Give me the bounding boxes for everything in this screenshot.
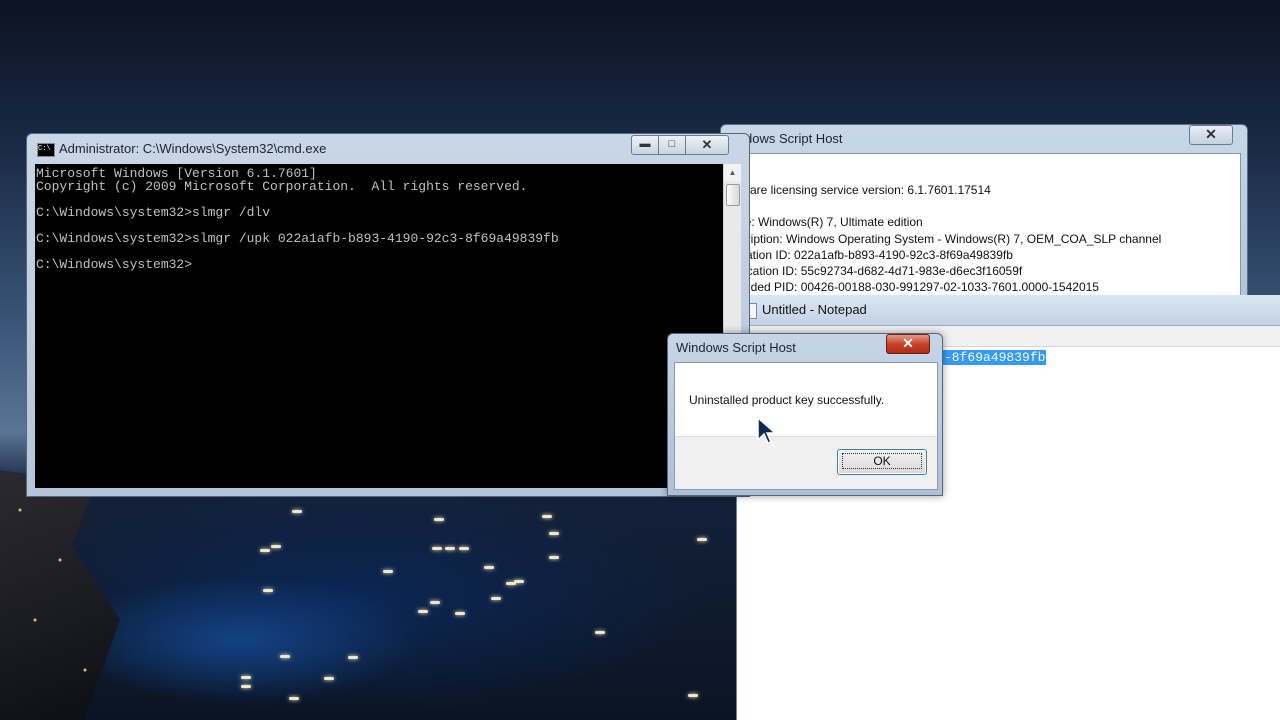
- boat-light: [324, 677, 334, 680]
- console-line: Copyright (c) 2009 Microsoft Corporation…: [36, 179, 528, 194]
- notepad-title: Untitled - Notepad: [762, 302, 867, 317]
- console-line: C:\Windows\system32>slmgr /upk 022a1afb-…: [36, 231, 559, 246]
- info-line-extended-pid: xtended PID: 00426-00188-030-991297-02-1…: [728, 280, 1099, 294]
- msgbox-body: Uninstalled product key successfully. OK: [674, 362, 938, 490]
- boat-light: [292, 510, 302, 513]
- boat-light: [459, 547, 469, 550]
- boat-light: [542, 515, 552, 518]
- info-window-title: dows Script Host: [745, 131, 843, 146]
- boat-light: [484, 566, 494, 569]
- boat-light: [491, 597, 501, 600]
- info-line-description: escription: Windows Operating System - W…: [728, 232, 1162, 246]
- boat-light: [418, 610, 428, 613]
- maximize-button[interactable]: □: [658, 135, 686, 155]
- minimize-button[interactable]: ▬: [631, 135, 659, 155]
- scroll-thumb[interactable]: [726, 184, 740, 206]
- boat-light: [280, 655, 290, 658]
- boat-light: [455, 612, 465, 615]
- console-line: C:\Windows\system32>: [36, 257, 193, 272]
- boat-light: [688, 694, 698, 697]
- msgbox-footer: OK: [675, 436, 937, 489]
- boat-light: [271, 545, 281, 548]
- boat-light: [241, 685, 251, 688]
- msgbox-message: Uninstalled product key successfully.: [689, 393, 885, 407]
- boat-light: [697, 538, 707, 541]
- notepad-titlebar[interactable]: Untitled - Notepad: [737, 295, 1280, 326]
- boat-light: [241, 676, 251, 679]
- boat-light: [260, 549, 270, 552]
- boat-light: [289, 697, 299, 700]
- msgbox-close-button[interactable]: ✕: [886, 334, 930, 354]
- info-line-version: oftware licensing service version: 6.1.7…: [728, 183, 991, 197]
- boat-light: [263, 589, 273, 592]
- boat-light: [549, 556, 559, 559]
- mouse-cursor-icon: [757, 416, 777, 444]
- info-line-name: ame: Windows(R) 7, Ultimate edition: [728, 215, 923, 229]
- boat-light: [432, 547, 442, 550]
- msgbox-title: Windows Script Host: [676, 340, 796, 355]
- cmd-icon: C:\: [37, 143, 55, 157]
- notepad-selected-text[interactable]: -8f69a49839fb: [943, 350, 1047, 365]
- info-line-activation-id: ctivation ID: 022a1afb-b893-4190-92c3-8f…: [728, 248, 1013, 262]
- cmd-close-button[interactable]: ✕: [685, 135, 729, 155]
- info-line-application-id: pplication ID: 55c92734-d682-4d71-983e-d…: [728, 264, 1023, 278]
- boat-light: [514, 580, 524, 583]
- console-line: C:\Windows\system32>slmgr /dlv: [36, 205, 271, 220]
- cmd-title: Administrator: C:\Windows\System32\cmd.e…: [59, 141, 327, 156]
- boat-light: [595, 631, 605, 634]
- scroll-up-arrow-icon[interactable]: ▲: [724, 164, 741, 181]
- boat-light: [445, 547, 455, 550]
- cmd-console[interactable]: Microsoft Windows [Version 6.1.7601] Cop…: [35, 164, 729, 488]
- boat-light: [383, 570, 393, 573]
- boat-light: [434, 518, 444, 521]
- script-host-message-box[interactable]: Windows Script Host ✕ Uninstalled produc…: [667, 333, 943, 496]
- desktop-wallpaper-boats: [200, 500, 740, 720]
- info-window-close-button[interactable]: ✕: [1189, 125, 1233, 145]
- boat-light: [348, 656, 358, 659]
- boat-light: [549, 532, 559, 535]
- ok-button-label: OK: [842, 453, 922, 469]
- cmd-window[interactable]: C:\ Administrator: C:\Windows\System32\c…: [26, 133, 750, 497]
- desktop-wallpaper-city: [0, 470, 120, 720]
- boat-light: [430, 601, 440, 604]
- ok-button[interactable]: OK: [837, 449, 927, 475]
